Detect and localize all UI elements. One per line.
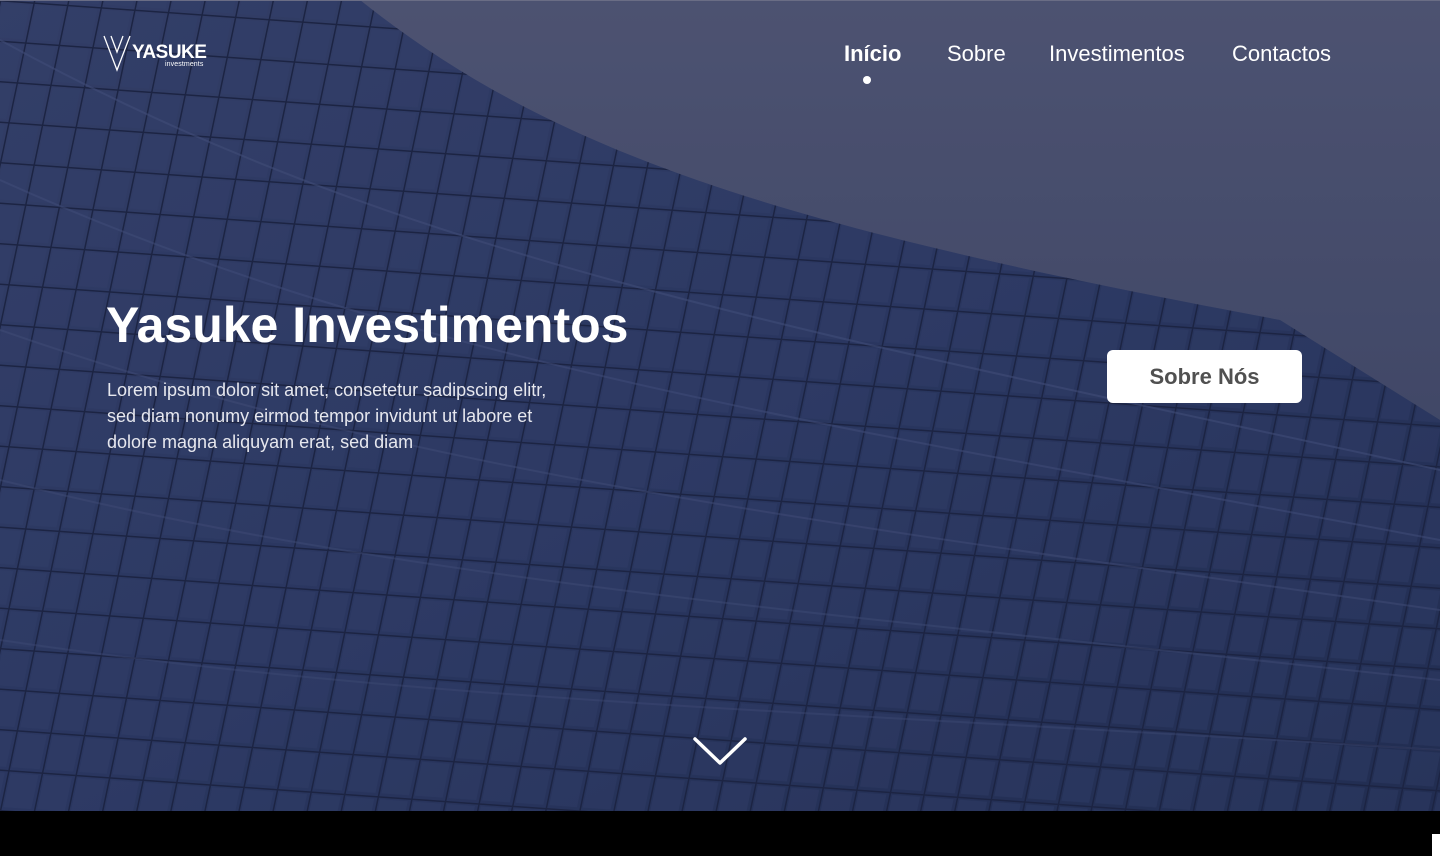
nav-item-inicio[interactable]: Início (844, 41, 901, 67)
nav-item-contactos[interactable]: Contactos (1232, 41, 1331, 67)
active-nav-indicator (863, 76, 871, 84)
sobre-nos-button[interactable]: Sobre Nós (1107, 350, 1302, 403)
hero-title: Yasuke Investimentos (106, 297, 629, 353)
logo-sub-text: investments (165, 61, 204, 68)
corner-mark (1432, 834, 1440, 856)
logo[interactable]: YASUKE investments (103, 34, 223, 74)
bottom-section-edge (0, 811, 1440, 856)
top-border (0, 0, 1440, 1)
nav-item-investimentos[interactable]: Investimentos (1049, 41, 1185, 67)
nav-item-sobre[interactable]: Sobre (947, 41, 1006, 67)
chevron-down-icon[interactable] (692, 735, 748, 769)
hero-section: YASUKE investments Início Sobre Investim… (0, 0, 1440, 811)
hero-description: Lorem ipsum dolor sit amet, consetetur s… (107, 380, 547, 452)
yasuke-logo-icon (103, 35, 131, 72)
